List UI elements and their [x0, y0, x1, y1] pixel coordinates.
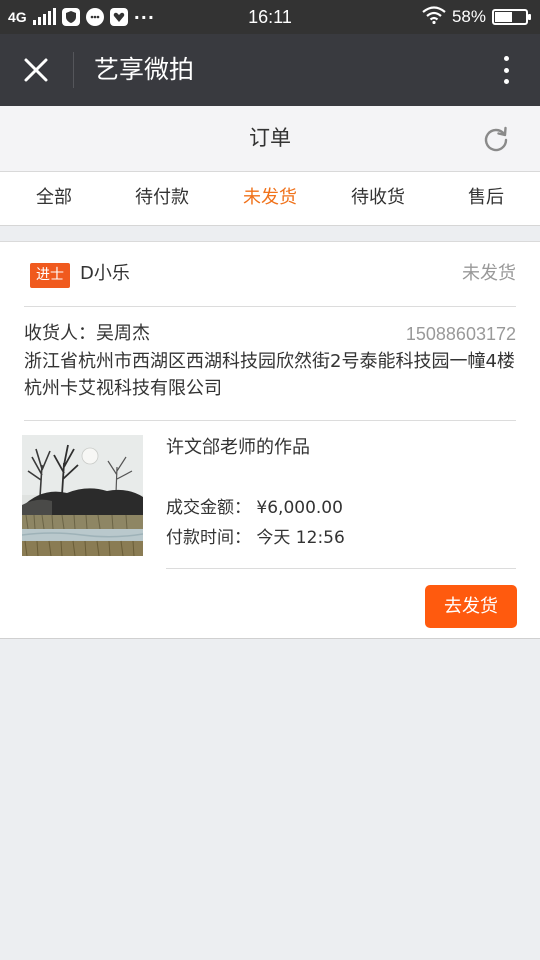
- deal-amount: 成交金额： ¥6,000.00: [166, 498, 343, 518]
- divider: [24, 306, 516, 307]
- ship-button[interactable]: 去发货: [425, 585, 517, 628]
- shipping-address: 浙江省杭州市西湖区西湖科技园欣然街2号泰能科技园一幢4楼杭州卡艾视科技有限公司: [24, 351, 515, 399]
- buyer-name[interactable]: D小乐: [80, 260, 130, 288]
- title-bar: 艺享微拍: [0, 34, 540, 106]
- tab-pending-payment[interactable]: 待付款: [108, 172, 216, 225]
- tab-not-shipped[interactable]: 未发货: [216, 172, 324, 225]
- refresh-icon[interactable]: [482, 125, 510, 153]
- order-status: 未发货: [462, 263, 516, 284]
- page-title: 订单: [249, 126, 291, 150]
- page-header: 订单: [0, 106, 540, 172]
- tab-after-sales[interactable]: 售后: [432, 172, 540, 225]
- app-title: 艺享微拍: [94, 55, 195, 84]
- more-vertical-icon[interactable]: [496, 54, 516, 86]
- tab-all[interactable]: 全部: [0, 172, 108, 225]
- artwork-thumbnail[interactable]: [22, 435, 143, 556]
- buyer-level-badge: 进士: [30, 263, 70, 288]
- battery-icon: [492, 9, 531, 25]
- close-icon[interactable]: [18, 54, 54, 86]
- title-divider: [73, 52, 74, 88]
- battery-percent: 58%: [451, 7, 486, 26]
- order-tabs: 全部 待付款 未发货 待收货 售后: [0, 172, 540, 226]
- status-right: 58%: [422, 0, 531, 34]
- payment-time: 付款时间： 今天 12:56: [166, 528, 345, 548]
- receiver-phone[interactable]: 15088603172: [406, 320, 516, 348]
- order-card-header: 进士 D小乐 未发货: [0, 242, 540, 306]
- status-bar: 4G ··· 16:11 58%: [0, 0, 540, 34]
- wifi-icon: [422, 6, 446, 28]
- receiver-name: 收货人：吴周杰: [24, 323, 150, 344]
- tab-pending-receipt[interactable]: 待收货: [324, 172, 432, 225]
- divider: [166, 568, 516, 569]
- order-card: 进士 D小乐 未发货 收货人：吴周杰 15088603172 浙江省杭州市西湖区…: [0, 241, 540, 639]
- battery-fill: [495, 12, 513, 22]
- product-title[interactable]: 许文郃老师的作品: [166, 434, 310, 462]
- divider: [24, 420, 516, 421]
